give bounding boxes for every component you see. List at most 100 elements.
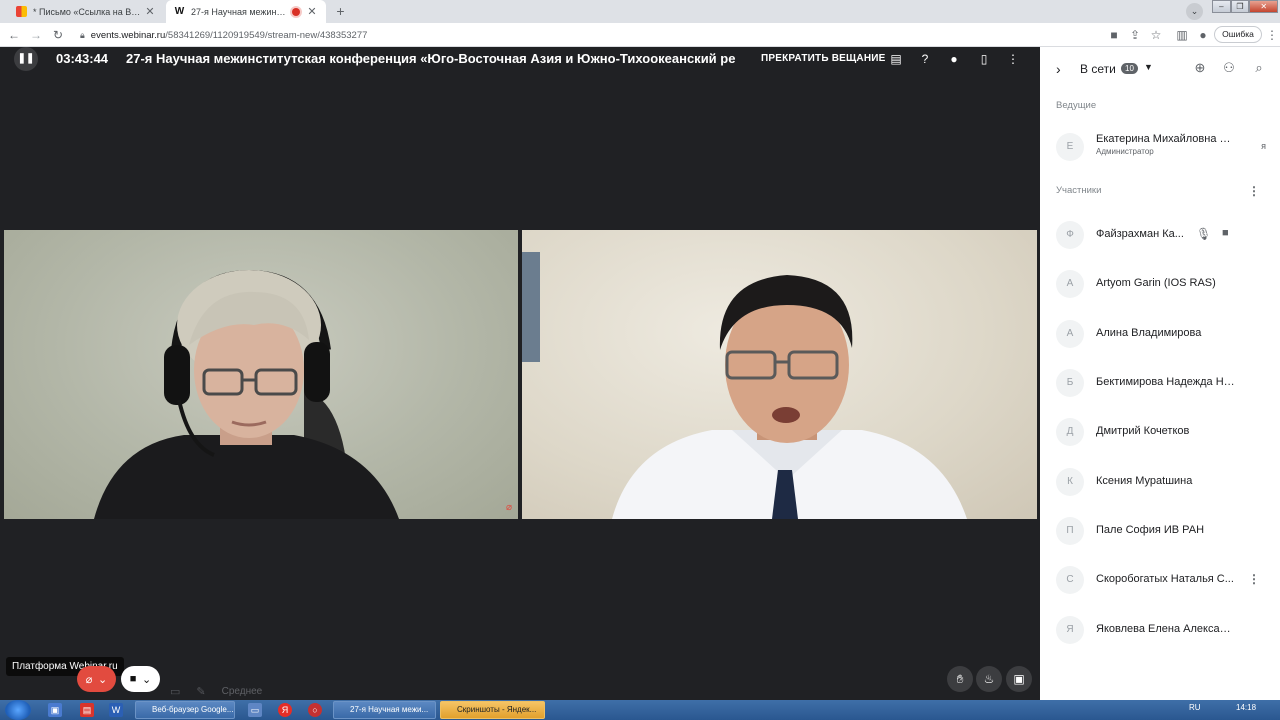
participant-name: Бектимирова Надежда Ни... (1096, 376, 1236, 388)
muted-mic-icon: ⌀ (505, 502, 512, 513)
mic-off-icon: ⌀ (85, 673, 93, 686)
participant-item[interactable]: С Скоробогатых Наталья С... ⋮ (1040, 564, 1280, 596)
close-tab-icon[interactable]: ✕ (306, 5, 318, 18)
avatar: Е (1056, 133, 1084, 161)
back-icon[interactable]: ← (6, 27, 22, 43)
participant-item[interactable]: К Ксения Мураtшина (1040, 466, 1280, 498)
avatar: С (1056, 566, 1084, 594)
participant-item[interactable]: А Artyom Garin (IOS RAS) (1040, 268, 1280, 300)
caret-down-icon[interactable]: ▼ (1144, 62, 1153, 72)
yandex-icon[interactable]: Я (278, 703, 292, 717)
close-tab-icon[interactable]: ✕ (144, 5, 156, 18)
opera-icon[interactable]: ○ (308, 703, 322, 717)
more-icon[interactable]: ⋮ (1248, 572, 1260, 586)
participant-name: Екатерина Михайловна Ас... (1096, 133, 1236, 145)
quality-label[interactable]: Среднее (222, 686, 263, 697)
language-indicator[interactable]: RU (1189, 703, 1201, 712)
reload-icon[interactable]: ↻ (50, 27, 66, 43)
browser-tabstrip: * Письмо «Ссылка на Вебинар» ✕ W 27-я На… (0, 0, 1280, 23)
share-icon[interactable]: ⇪ (1127, 27, 1143, 43)
reaction-button[interactable]: ♨ (976, 666, 1002, 692)
tab-title: 27-я Научная межинститутская (191, 6, 286, 17)
side-panel-icon[interactable]: ▥ (1174, 27, 1190, 43)
stop-broadcast-button[interactable]: ПРЕКРАТИТЬ ВЕЩАНИЕ (761, 53, 886, 64)
monitor-icon[interactable]: ▭ (248, 703, 262, 717)
participant-item[interactable]: П Пале София ИВ РАН (1040, 515, 1280, 547)
avatar: Ф (1056, 221, 1084, 249)
explorer-icon[interactable]: ▣ (48, 703, 62, 717)
add-icon[interactable]: ⊕ (1192, 60, 1208, 76)
questions-icon[interactable]: ? (917, 51, 933, 67)
participant-item[interactable]: А Алина Владимирова (1040, 318, 1280, 350)
browser-menu-icon[interactable]: ⋮ (1264, 27, 1280, 43)
participant-item[interactable]: Ф Файзрахман Ка... 🎙︎ ■ (1040, 219, 1280, 251)
windows-taskbar: ▣ ▤ W Веб-браузер Google... ▭ Я ○ 27-я Н… (0, 700, 1280, 720)
participant-name: Дмитрий Кочетков (1096, 425, 1190, 437)
tab-search-button[interactable]: ⌄ (1186, 3, 1203, 20)
participant-item[interactable]: Б Бектимирова Надежда Ни... (1040, 367, 1280, 399)
microphone-icon[interactable]: 🎙︎ (1196, 227, 1211, 241)
url-path: /58341269/1120919549/stream-new/43835327… (165, 29, 368, 41)
host-item[interactable]: Е Екатерина Михайловна Ас... Администрат… (1040, 131, 1280, 163)
webinar-w-icon: W (174, 6, 185, 17)
panel-header: › В сети 10 ▼ ⊕ ⚇ ⌕ (1040, 47, 1280, 91)
chevron-down-icon[interactable]: ⌄ (142, 673, 151, 686)
maximize-button[interactable]: ❐ (1230, 0, 1250, 13)
more-icon[interactable]: ⋮ (1248, 184, 1260, 198)
participant-name: Яковлева Елена Александ... (1096, 623, 1236, 635)
me-marker: я (1261, 141, 1266, 151)
task-yandex-browser[interactable]: Веб-браузер Google... (135, 701, 235, 719)
tools-icon[interactable]: ✎ (196, 685, 205, 698)
chevron-down-icon[interactable]: ⌄ (98, 673, 107, 686)
address-bar[interactable]: 🔒︎ events.webinar.ru /58341269/112091954… (80, 26, 1100, 44)
tab-title: * Письмо «Ссылка на Вебинар» (33, 6, 144, 17)
minimize-button[interactable]: – (1212, 0, 1231, 13)
task-chrome-webinar[interactable]: 27-я Научная межи... (333, 701, 436, 719)
tab-email[interactable]: * Письмо «Ссылка на Вебинар» ✕ (8, 0, 164, 23)
screen-share-icon[interactable]: ▭ (170, 685, 180, 698)
participants-panel: › В сети 10 ▼ ⊕ ⚇ ⌕ Ведущие Е Екатерина … (1040, 47, 1280, 700)
lock-icon: 🔒︎ (80, 29, 85, 40)
task-screenshots[interactable]: Скриншоты - Яндек... (440, 701, 545, 719)
search-icon[interactable]: ⌕ (1251, 60, 1267, 76)
camera-indicator-icon[interactable]: ■ (1106, 27, 1122, 43)
participant-name: Пале София ИВ РАН (1096, 524, 1205, 536)
forward-icon[interactable]: → (28, 27, 44, 43)
more-icon[interactable]: ⋮ (1005, 51, 1021, 67)
participants-icon[interactable]: ● (946, 51, 962, 67)
participant-name: Artyom Garin (IOS RAS) (1096, 277, 1216, 289)
raise-hand-button[interactable]: ✋︎ (947, 666, 973, 692)
window-controls: – ❐ ✕ (1212, 0, 1279, 14)
panel-title[interactable]: В сети (1080, 62, 1116, 76)
camera-icon[interactable]: ■ (1222, 227, 1229, 239)
window-close-button[interactable]: ✕ (1249, 0, 1279, 13)
avatar: Б (1056, 369, 1084, 397)
avatar: А (1056, 270, 1084, 298)
pdf-icon[interactable]: ▤ (80, 703, 94, 717)
video-tile-1[interactable]: ⌀ (4, 230, 518, 519)
microphone-toggle[interactable]: ⌀ ⌄ (77, 666, 116, 692)
layout-button[interactable]: ▣ (1006, 666, 1032, 692)
tab-webinar[interactable]: W 27-я Научная межинститутская ✕ (166, 0, 326, 23)
media-controls: ▭ ✎ Среднее (170, 685, 262, 698)
word-icon[interactable]: W (109, 703, 123, 717)
start-button[interactable] (5, 700, 31, 720)
camera-toggle[interactable]: ■ ⌄ (121, 666, 160, 692)
participant-name: Скоробогатых Наталья С... (1096, 573, 1234, 585)
pause-button[interactable]: ❚❚ (14, 47, 38, 71)
avatar: К (1056, 468, 1084, 496)
participant-item[interactable]: Я Яковлева Елена Александ... (1040, 614, 1280, 646)
bookmark-star-icon[interactable]: ☆ (1148, 27, 1164, 43)
collapse-chevron-icon[interactable]: › (1056, 61, 1061, 77)
new-tab-button[interactable]: + (332, 3, 349, 20)
chat-icon[interactable]: ▤ (888, 51, 904, 67)
video-tile-2[interactable] (522, 230, 1037, 519)
profile-icon[interactable]: ● (1195, 27, 1211, 43)
error-button[interactable]: Ошибка (1214, 26, 1262, 43)
participant-item[interactable]: Д Дмитрий Кочетков (1040, 416, 1280, 448)
files-icon[interactable]: ▯ (976, 51, 992, 67)
gmail-icon (16, 6, 27, 17)
clock[interactable]: 14:18 (1236, 703, 1256, 712)
group-icon[interactable]: ⚇ (1221, 60, 1237, 76)
webinar-topbar: ❚❚ 03:43:44 27-я Научная межинститутская… (0, 47, 1040, 71)
